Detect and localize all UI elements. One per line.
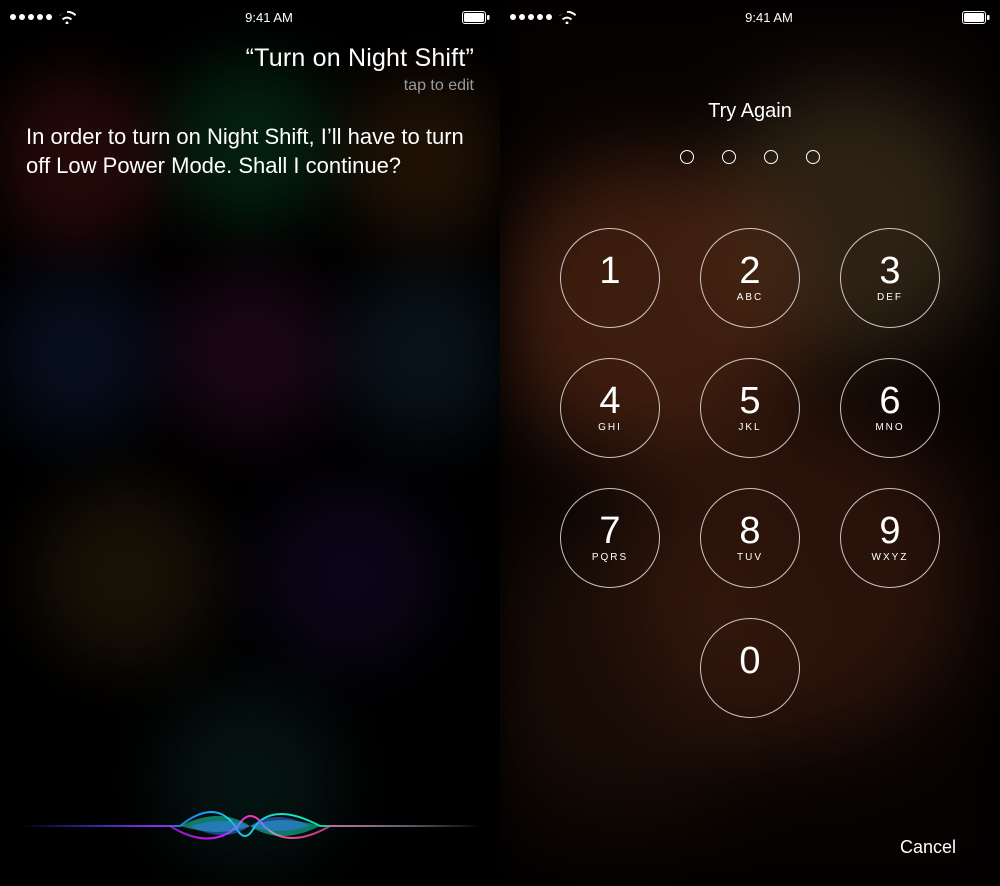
key-5[interactable]: 5 JKL [700, 358, 800, 458]
key-letters: JKL [738, 422, 761, 434]
key-letters: MNO [875, 422, 904, 434]
passcode-progress-dots [500, 150, 1000, 164]
key-3[interactable]: 3 DEF [840, 228, 940, 328]
siri-waveform-icon[interactable] [0, 796, 500, 856]
status-bar: 9:41 AM [0, 0, 500, 34]
passcode-dot [764, 150, 778, 164]
key-1[interactable]: 1 [560, 228, 660, 328]
status-right [462, 11, 490, 24]
key-number: 1 [599, 252, 620, 290]
key-letters: DEF [877, 292, 903, 304]
key-number: 2 [739, 252, 760, 290]
status-time: 9:41 AM [245, 10, 293, 25]
passcode-dot [680, 150, 694, 164]
key-number: 4 [599, 382, 620, 420]
key-letters: ABC [737, 292, 764, 304]
key-letters: PQRS [592, 552, 628, 564]
key-number: 0 [739, 642, 760, 680]
passcode-screen: 9:41 AM Try Again 1 2 ABC 3 DEF 4 GHI 5 JKL … [500, 0, 1000, 886]
cancel-button[interactable]: Cancel [900, 837, 956, 858]
battery-icon [962, 11, 990, 24]
siri-response-text: In order to turn on Night Shift, I’ll ha… [26, 122, 474, 180]
wifi-icon [58, 11, 76, 24]
status-left [10, 11, 76, 24]
key-letters: WXYZ [872, 552, 909, 564]
passcode-title: Try Again [500, 100, 1000, 123]
key-number: 7 [599, 512, 620, 550]
key-number: 5 [739, 382, 760, 420]
key-8[interactable]: 8 TUV [700, 488, 800, 588]
status-left [510, 11, 576, 24]
key-letters: GHI [598, 422, 622, 434]
key-number: 6 [879, 382, 900, 420]
key-0[interactable]: 0 [700, 618, 800, 718]
keypad: 1 2 ABC 3 DEF 4 GHI 5 JKL 6 MNO 7 PQRS 8 TUV 9 W… [500, 228, 1000, 718]
siri-screen: 9:41 AM “Turn on Night Shift” tap to edi… [0, 0, 500, 886]
key-4[interactable]: 4 GHI [560, 358, 660, 458]
tap-to-edit-label: tap to edit [246, 77, 474, 95]
siri-query-text: “Turn on Night Shift” [246, 44, 474, 73]
passcode-dot [722, 150, 736, 164]
wifi-icon [558, 11, 576, 24]
status-bar: 9:41 AM [500, 0, 1000, 34]
key-6[interactable]: 6 MNO [840, 358, 940, 458]
key-number: 3 [879, 252, 900, 290]
passcode-dot [806, 150, 820, 164]
cell-signal-icon [510, 14, 552, 20]
battery-icon [462, 11, 490, 24]
siri-query-block[interactable]: “Turn on Night Shift” tap to edit [246, 44, 474, 95]
status-right [962, 11, 990, 24]
key-letters: TUV [737, 552, 763, 564]
key-number: 8 [739, 512, 760, 550]
cell-signal-icon [10, 14, 52, 20]
key-9[interactable]: 9 WXYZ [840, 488, 940, 588]
key-2[interactable]: 2 ABC [700, 228, 800, 328]
status-time: 9:41 AM [745, 10, 793, 25]
key-number: 9 [879, 512, 900, 550]
key-7[interactable]: 7 PQRS [560, 488, 660, 588]
